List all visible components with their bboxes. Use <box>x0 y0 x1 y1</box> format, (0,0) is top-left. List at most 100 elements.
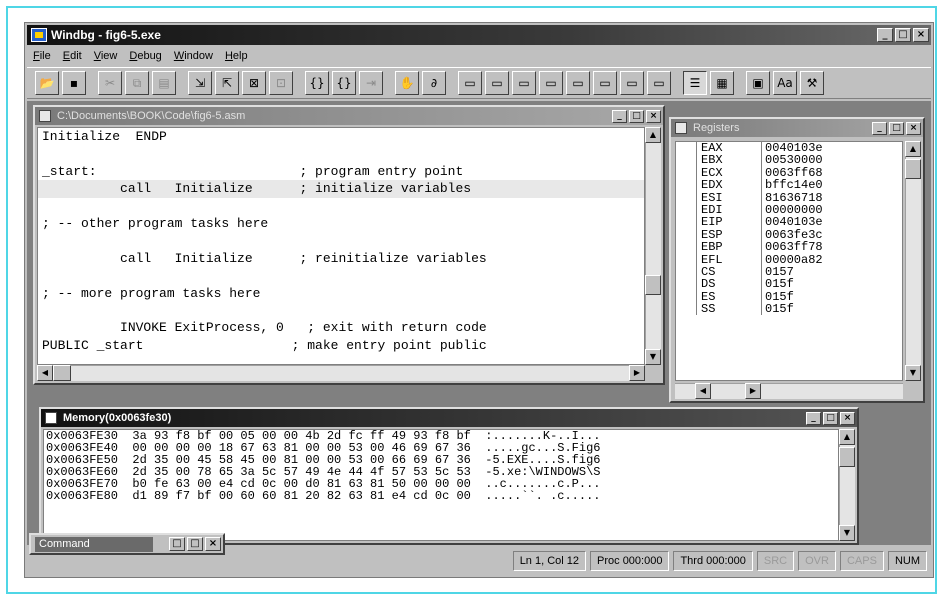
register-name: EBP <box>696 241 762 254</box>
source-minimize-button[interactable]: _ <box>612 109 627 123</box>
source-window: C:\Documents\BOOK\Code\fig6-5.asm _ □ × … <box>33 105 665 385</box>
memory-hex-view[interactable]: 0x0063FE30 3a 93 f8 bf 00 05 00 00 4b 2d… <box>43 429 839 541</box>
cut-icon[interactable]: ✂ <box>98 71 122 95</box>
menu-help[interactable]: Help <box>225 50 248 62</box>
callstack-window-icon[interactable]: ▭ <box>566 71 590 95</box>
code-line-current: call Initialize ; initialize variables <box>38 180 644 198</box>
scroll-up-arrow-icon[interactable]: ▲ <box>839 429 855 445</box>
memory-window-titlebar[interactable]: Memory(0x0063fe30) _ □ × <box>41 409 857 427</box>
menu-debug[interactable]: Debug <box>129 50 161 62</box>
scroll-thumb[interactable] <box>645 275 661 295</box>
registers-close-button[interactable]: × <box>906 121 921 135</box>
register-row: SS 015f <box>696 303 902 315</box>
registers-icon <box>675 122 687 134</box>
register-value[interactable]: 0063ff78 <box>762 241 823 254</box>
source-vertical-scrollbar[interactable]: ▲ ▼ <box>645 127 661 365</box>
windbg-window: Windbg - fig6-5.exe _ □ × File Edit View… <box>24 22 934 578</box>
locals-window-icon[interactable]: ▭ <box>485 71 509 95</box>
command-window-icon[interactable]: ▭ <box>620 71 644 95</box>
watch-window-icon[interactable]: ▭ <box>458 71 482 95</box>
source-maximize-button[interactable]: □ <box>629 109 644 123</box>
scroll-down-arrow-icon[interactable]: ▼ <box>645 349 661 365</box>
scroll-up-arrow-icon[interactable]: ▲ <box>905 141 921 157</box>
options-icon[interactable]: ▭ <box>647 71 671 95</box>
register-value[interactable]: bffc14e0 <box>762 179 823 192</box>
hex-mode-icon[interactable]: ▦ <box>710 71 734 95</box>
step-over-icon[interactable]: {} <box>332 71 356 95</box>
registers-table: EAX 0040103e EBX 00530000 ECX 0063ff68 EDX bffc… <box>675 141 903 381</box>
memory-maximize-button[interactable]: □ <box>823 411 838 425</box>
quickwatch-icon[interactable]: ∂ <box>422 71 446 95</box>
memory-window-icon[interactable]: ▭ <box>539 71 563 95</box>
breakpoint-icon[interactable]: ✋ <box>395 71 419 95</box>
close-button[interactable]: × <box>913 28 929 42</box>
scroll-up-arrow-icon[interactable]: ▲ <box>645 127 661 143</box>
registers-window-titlebar[interactable]: Registers _ □ × <box>671 119 923 137</box>
register-value[interactable]: 015f <box>762 278 794 291</box>
registers-window-title: Registers <box>693 122 740 134</box>
source-window-titlebar[interactable]: C:\Documents\BOOK\Code\fig6-5.asm _ □ × <box>35 107 663 125</box>
registers-horizontal-scrollbar[interactable]: ◀ ▶ <box>675 383 903 399</box>
memory-window: Memory(0x0063fe30) _ □ × 0x0063FE30 3a 9… <box>39 407 859 545</box>
scroll-left-arrow-icon[interactable]: ◀ <box>37 365 53 381</box>
tools-icon[interactable]: ⚒ <box>800 71 824 95</box>
memory-close-button[interactable]: × <box>840 411 855 425</box>
scroll-right-arrow-icon[interactable]: ▶ <box>745 383 761 399</box>
run-to-cursor-icon[interactable]: ⇥ <box>359 71 383 95</box>
maximize-button[interactable]: □ <box>895 28 911 42</box>
register-value[interactable]: 00530000 <box>762 154 823 167</box>
memory-icon <box>45 412 57 424</box>
memory-vertical-scrollbar[interactable]: ▲ ▼ <box>839 429 855 541</box>
register-value[interactable]: 0040103e <box>762 216 823 229</box>
code-line: ; -- other program tasks here <box>42 215 269 231</box>
scroll-down-arrow-icon[interactable]: ▼ <box>839 525 855 541</box>
scroll-thumb[interactable] <box>839 447 855 467</box>
registers-vertical-scrollbar[interactable]: ▲ ▼ <box>905 141 921 381</box>
scroll-thumb[interactable] <box>905 159 921 179</box>
registers-minimize-button[interactable]: _ <box>872 121 887 135</box>
save-icon[interactable]: ▪ <box>62 71 86 95</box>
source-close-button[interactable]: × <box>646 109 661 123</box>
break-icon[interactable]: ⊡ <box>269 71 293 95</box>
source-mode-icon[interactable]: ☰ <box>683 71 707 95</box>
memory-window-title: Memory(0x0063fe30) <box>63 412 172 424</box>
register-row: CS 0157 <box>696 266 902 278</box>
copy-icon[interactable]: ⧉ <box>125 71 149 95</box>
paste-icon[interactable]: ▤ <box>152 71 176 95</box>
register-row: EIP 0040103e <box>696 216 902 229</box>
memory-minimize-button[interactable]: _ <box>806 411 821 425</box>
stop-icon[interactable]: ⊠ <box>242 71 266 95</box>
scroll-right-arrow-icon[interactable]: ▶ <box>629 365 645 381</box>
menu-file[interactable]: File <box>33 50 51 62</box>
scroll-left-arrow-icon[interactable]: ◀ <box>695 383 711 399</box>
title-bar[interactable]: Windbg - fig6-5.exe _ □ × <box>27 25 931 45</box>
menu-edit[interactable]: Edit <box>63 50 82 62</box>
hscroll-thumb[interactable] <box>53 365 71 381</box>
mdi-client-area: C:\Documents\BOOK\Code\fig6-5.asm _ □ × … <box>27 101 931 555</box>
menu-window[interactable]: Window <box>174 50 213 62</box>
code-line: INVOKE ExitProcess, 0 ; exit with return… <box>42 320 487 336</box>
disassembly-window-icon[interactable]: ▭ <box>593 71 617 95</box>
scroll-down-arrow-icon[interactable]: ▼ <box>905 365 921 381</box>
register-value[interactable]: 015f <box>762 303 794 316</box>
restart-icon[interactable]: ⇱ <box>215 71 239 95</box>
registers-maximize-button[interactable]: □ <box>889 121 904 135</box>
step-into-icon[interactable]: {} <box>305 71 329 95</box>
register-name: EDX <box>696 179 762 192</box>
menu-view[interactable]: View <box>94 50 118 62</box>
registers-window-icon[interactable]: ▭ <box>512 71 536 95</box>
font-icon[interactable]: ▣ <box>746 71 770 95</box>
source-code-editor[interactable]: Initialize ENDP _start: ; program entry … <box>37 127 645 365</box>
app-title: Windbg - fig6-5.exe <box>51 28 161 42</box>
open-icon[interactable]: 📂 <box>35 71 59 95</box>
go-icon[interactable]: ⇲ <box>188 71 212 95</box>
status-num-indicator: NUM <box>887 551 927 571</box>
status-ovr-indicator: OVR <box>798 551 836 571</box>
font-size-icon[interactable]: Aa <box>773 71 797 95</box>
source-horizontal-scrollbar[interactable]: ◀ ▶ <box>37 365 645 381</box>
minimize-button[interactable]: _ <box>877 28 893 42</box>
register-row: EFL 00000a82 <box>696 253 902 266</box>
